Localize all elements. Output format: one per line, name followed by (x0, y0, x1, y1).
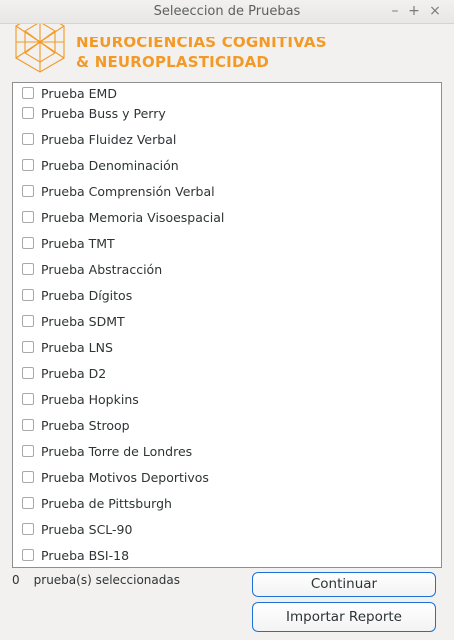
test-label: Prueba SCL-90 (41, 521, 133, 537)
minimize-icon[interactable]: – (386, 2, 404, 20)
test-item-sdmt[interactable]: Prueba SDMT (22, 312, 125, 330)
test-item-lns[interactable]: Prueba LNS (22, 338, 113, 356)
import-report-button[interactable]: Importar Reporte (252, 602, 436, 632)
close-icon[interactable]: × (426, 2, 444, 20)
brain-network-logo-icon (15, 24, 65, 73)
logo-banner: NEUROCIENCIAS COGNITIVAS & NEUROPLASTICI… (0, 24, 454, 82)
test-label: Prueba de Pittsburgh (41, 495, 172, 511)
test-item-scl-90[interactable]: Prueba SCL-90 (22, 520, 132, 538)
checkbox[interactable] (22, 289, 34, 301)
test-label: Prueba Memoria Visoespacial (41, 209, 225, 225)
test-item-buss-perry[interactable]: Prueba Buss y Perry (22, 104, 166, 122)
test-label: Prueba TMT (41, 235, 115, 251)
test-label: Prueba Comprensión Verbal (41, 183, 215, 199)
test-item-bsi-18[interactable]: Prueba BSI-18 (22, 546, 129, 564)
checkbox[interactable] (22, 263, 34, 275)
test-item-fluidez-verbal[interactable]: Prueba Fluidez Verbal (22, 130, 176, 148)
test-label: Prueba Dígitos (41, 287, 133, 303)
test-label: Prueba Denominación (41, 157, 179, 173)
test-label: Prueba D2 (41, 365, 107, 381)
checkbox[interactable] (22, 445, 34, 457)
test-label: Prueba Hopkins (41, 391, 139, 407)
checkbox[interactable] (22, 159, 34, 171)
test-item-emd[interactable]: Prueba EMD (22, 84, 117, 102)
checkbox[interactable] (22, 419, 34, 431)
checkbox[interactable] (22, 393, 34, 405)
test-item-d2[interactable]: Prueba D2 (22, 364, 106, 382)
checkbox[interactable] (22, 211, 34, 223)
test-label: Prueba Stroop (41, 417, 130, 433)
selection-count-label: prueba(s) seleccionadas (33, 573, 180, 587)
test-label: Prueba BSI-18 (41, 547, 130, 563)
test-item-torre-londres[interactable]: Prueba Torre de Londres (22, 442, 192, 460)
checkbox[interactable] (22, 107, 34, 119)
test-item-tmt[interactable]: Prueba TMT (22, 234, 115, 252)
checkbox[interactable] (22, 133, 34, 145)
checkbox[interactable] (22, 549, 34, 561)
logo-text-line1: NEUROCIENCIAS COGNITIVAS (76, 33, 327, 51)
test-label: Prueba Buss y Perry (41, 105, 166, 121)
checkbox[interactable] (22, 497, 34, 509)
test-item-stroop[interactable]: Prueba Stroop (22, 416, 130, 434)
test-item-denominacion[interactable]: Prueba Denominación (22, 156, 179, 174)
test-item-motivos-deportivos[interactable]: Prueba Motivos Deportivos (22, 468, 209, 486)
test-label: Prueba Torre de Londres (41, 443, 193, 459)
tests-list: Prueba EMD Prueba Buss y Perry Prueba Fl… (12, 82, 442, 568)
selection-count-value: 0 (12, 573, 20, 587)
test-label: Prueba SDMT (41, 313, 125, 329)
test-label: Prueba EMD (41, 85, 117, 101)
test-label: Prueba Abstracción (41, 261, 163, 277)
checkbox[interactable] (22, 523, 34, 535)
checkbox[interactable] (22, 237, 34, 249)
checkbox[interactable] (22, 341, 34, 353)
checkbox[interactable] (22, 315, 34, 327)
window-titlebar: Seleeccion de Pruebas – + × (0, 0, 454, 24)
test-item-hopkins[interactable]: Prueba Hopkins (22, 390, 139, 408)
test-item-memoria-visoespacial[interactable]: Prueba Memoria Visoespacial (22, 208, 224, 226)
checkbox[interactable] (22, 87, 34, 99)
test-item-pittsburgh[interactable]: Prueba de Pittsburgh (22, 494, 172, 512)
selection-count-status: 0 prueba(s) seleccionadas (12, 573, 180, 587)
maximize-icon[interactable]: + (405, 2, 423, 20)
test-label: Prueba LNS (41, 339, 113, 355)
checkbox[interactable] (22, 185, 34, 197)
test-item-abstraccion[interactable]: Prueba Abstracción (22, 260, 162, 278)
checkbox[interactable] (22, 471, 34, 483)
test-label: Prueba Motivos Deportivos (41, 469, 209, 485)
test-item-digitos[interactable]: Prueba Dígitos (22, 286, 132, 304)
test-item-comprension-verbal[interactable]: Prueba Comprensión Verbal (22, 182, 215, 200)
logo-text-line2: & NEUROPLASTICIDAD (76, 53, 270, 71)
checkbox[interactable] (22, 367, 34, 379)
test-label: Prueba Fluidez Verbal (41, 131, 177, 147)
continue-button[interactable]: Continuar (252, 572, 436, 597)
